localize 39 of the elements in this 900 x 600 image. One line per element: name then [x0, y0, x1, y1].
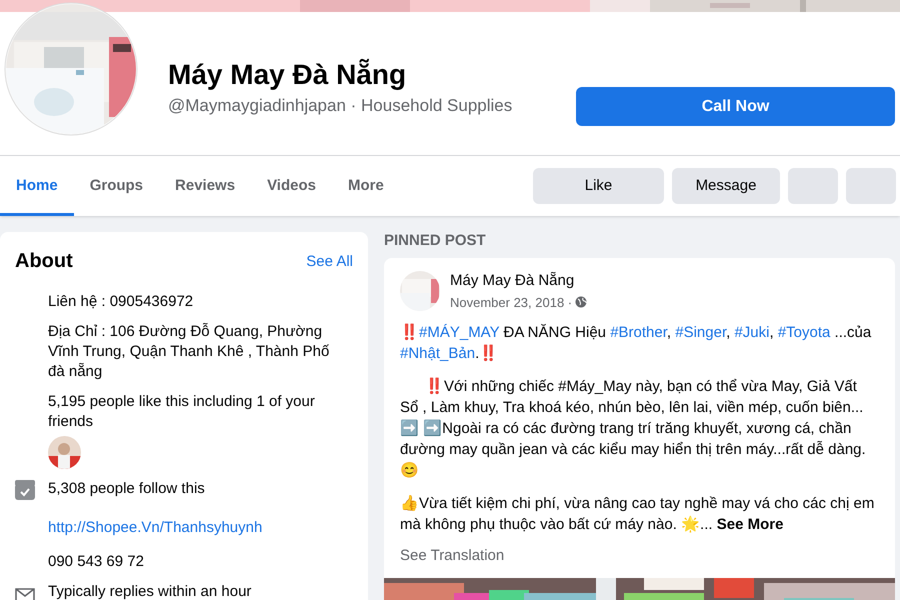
- nav-tab[interactable]: Groups: [74, 156, 160, 216]
- about-text: Liên hệ : 0905436972: [48, 292, 194, 312]
- post-paragraph: ‼#MÁY_MAY ĐA NĂNG Hiệu #Brother, #Singer, #Juki, #Toyota ...của #Nhật_Bản.‼: [400, 322, 872, 364]
- section-label: PINNED POST: [384, 231, 487, 251]
- post-paragraph: ‼Với những chiếc #Máy_May này, bạn có thể vừa May, Giả Vất Sổ , Làm khuy, Tra khoá kéo, nhún bèo, lên lai, viền mép, cuốn biên... ➡ ➡Ngoài ra có các đường trang trí trăng khuyết, xương cá, chần đường may quần jean và các kiểu may hiển thị trên máy...rất dễ dàng. 😊: [400, 376, 867, 481]
- about-text: 5,308 people follow this: [48, 479, 206, 499]
- action-button[interactable]: Message: [672, 168, 780, 204]
- website-link[interactable]: http://Shopee.Vn/Thanhsyhuynh: [48, 518, 262, 538]
- about-text: Địa Chỉ : 106 Đường Đỗ Quang, Phường Vĩnh Trung, Quận Thanh Khê , Thành Phố đà nẵng: [48, 322, 330, 382]
- nav-tab[interactable]: Videos: [251, 156, 332, 216]
- nav-tab[interactable]: More: [332, 156, 400, 216]
- hashtag-link[interactable]: #Brother: [610, 324, 667, 341]
- hashtag-link[interactable]: #Juki: [734, 324, 770, 341]
- friend-avatar: [48, 436, 81, 469]
- about-text: 090 543 69 72: [48, 552, 145, 572]
- action-button[interactable]: Like: [533, 168, 664, 204]
- see-all-link[interactable]: See All: [306, 248, 353, 274]
- post-author[interactable]: Máy May Đà Nẵng: [450, 270, 588, 292]
- hashtag-link[interactable]: #MÁY_MAY: [419, 324, 500, 341]
- call-now-button[interactable]: Call Now: [576, 87, 895, 126]
- blank-button[interactable]: [788, 168, 838, 204]
- blank-button[interactable]: [846, 168, 896, 204]
- see-translation-link[interactable]: See Translation: [384, 535, 520, 568]
- about-title: About: [15, 249, 73, 274]
- hashtag-link[interactable]: #Nhật_Bản: [400, 345, 476, 362]
- post-paragraph: 👍Vừa tiết kiệm chi phí, vừa nâng cao tay nghề may vá cho các chị em mà không phụ thuộc vào bất cứ máy nào. 🌟... See More: [400, 494, 876, 535]
- hashtag-link[interactable]: #Toyota: [778, 324, 830, 341]
- page-name: Máy May Đà Nẵng: [168, 58, 406, 92]
- page-subtitle: @Maymaygiadinhjapan · Household Supplies: [168, 95, 512, 117]
- checkbox-icon: [15, 480, 35, 500]
- about-text: 5,195 people like this including 1 of your friends: [48, 392, 316, 432]
- globe-icon: [575, 296, 588, 308]
- about-text: Typically replies within an hour: [48, 582, 252, 600]
- see-more-link[interactable]: See More: [716, 516, 784, 533]
- nav-tab[interactable]: Reviews: [159, 156, 252, 216]
- nav-tab[interactable]: Home: [0, 156, 74, 216]
- hashtag-link[interactable]: #Singer: [675, 324, 726, 341]
- mail-icon: [15, 587, 35, 600]
- post-date[interactable]: November 23, 2018 ·: [450, 292, 572, 312]
